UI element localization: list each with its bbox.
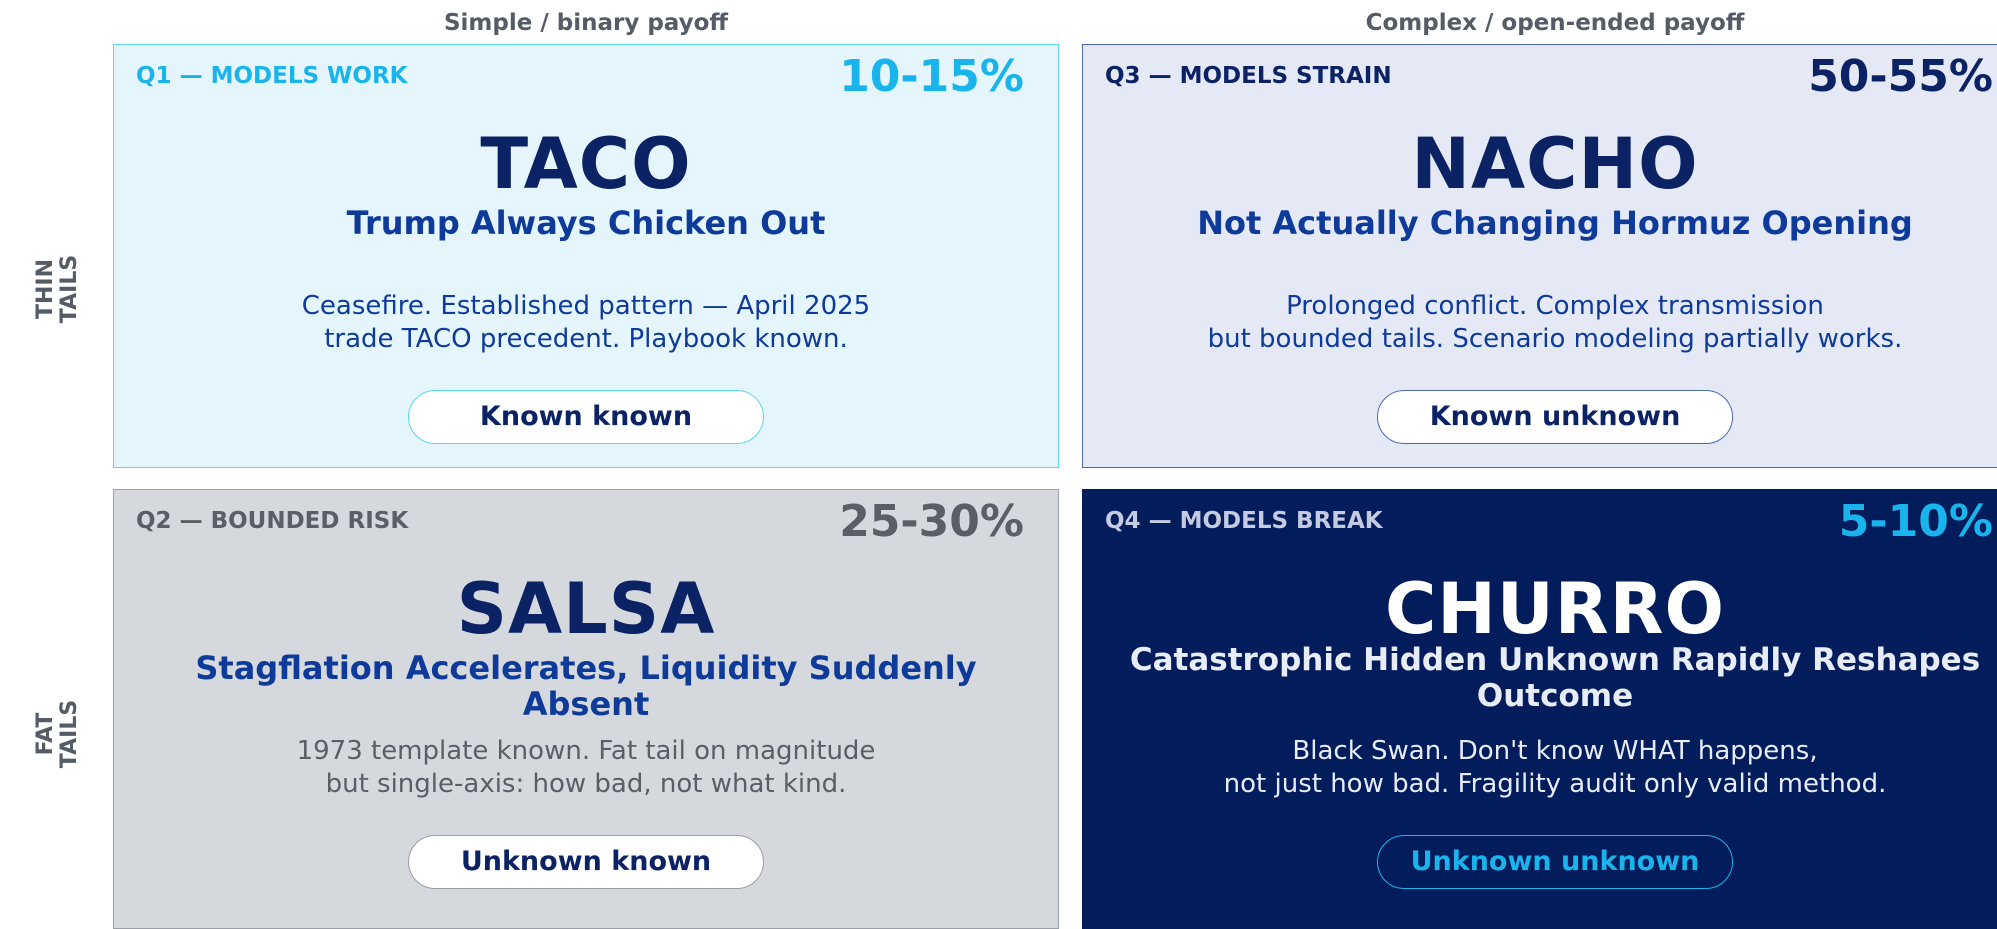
row-label-thin-tails-text: THIN TAILS bbox=[33, 254, 82, 324]
scenario-expansion: Stagflation Accelerates, Liquidity Sudde… bbox=[195, 649, 977, 723]
scenario-expansion: Catastrophic Hidden Unknown Rapidly Resh… bbox=[1129, 642, 1981, 714]
quadrant-tag: Q1 — MODELS WORK bbox=[136, 63, 408, 89]
knowledge-type-badge: Known known bbox=[408, 390, 764, 444]
knowledge-type-badge: Unknown known bbox=[408, 835, 764, 889]
scenario-description: Prolonged conflict. Complex transmission… bbox=[1207, 291, 1903, 354]
probability-value: 10-15% bbox=[839, 51, 1024, 102]
scenario-expansion: Trump Always Chicken Out bbox=[346, 204, 826, 242]
probability-value: 5-10% bbox=[1838, 496, 1993, 547]
probability-value: 25-30% bbox=[839, 496, 1024, 547]
quadrant-q4-churro: Q4 — MODELS BREAK 5-10% CHURRO Catastrop… bbox=[1082, 489, 1997, 929]
quadrant-q1-taco: Q1 — MODELS WORK 10-15% TACO Trump Alway… bbox=[113, 44, 1059, 468]
scenario-description: 1973 template known. Fat tail on magnitu… bbox=[296, 736, 876, 799]
quadrant-tag: Q4 — MODELS BREAK bbox=[1105, 508, 1383, 534]
column-header-simple-payoff: Simple / binary payoff bbox=[443, 10, 729, 36]
scenario-expansion: Not Actually Changing Hormuz Opening bbox=[1197, 204, 1913, 242]
scenario-acronym: SALSA bbox=[456, 568, 716, 650]
scenario-acronym: CHURRO bbox=[1384, 568, 1726, 650]
scenario-description: Black Swan. Don't know WHAT happens, not… bbox=[1223, 736, 1887, 799]
scenario-acronym: TACO bbox=[480, 123, 692, 205]
quadrant-q3-nacho: Q3 — MODELS STRAIN 50-55% NACHO Not Actu… bbox=[1082, 44, 1997, 468]
scenario-acronym: NACHO bbox=[1411, 123, 1699, 205]
quadrant-tag: Q2 — BOUNDED RISK bbox=[136, 508, 409, 534]
row-label-thin-tails: THIN TAILS bbox=[30, 205, 85, 355]
row-label-fat-tails: FAT TAILS bbox=[30, 650, 85, 800]
probability-value: 50-55% bbox=[1808, 51, 1993, 102]
scenario-description: Ceasefire. Established pattern — April 2… bbox=[301, 291, 871, 354]
knowledge-type-badge: Unknown unknown bbox=[1377, 835, 1733, 889]
column-header-complex-payoff: Complex / open-ended payoff bbox=[1365, 10, 1745, 36]
quadrant-q2-salsa: Q2 — BOUNDED RISK 25-30% SALSA Stagflati… bbox=[113, 489, 1059, 929]
quadrant-tag: Q3 — MODELS STRAIN bbox=[1105, 63, 1392, 89]
row-label-fat-tails-text: FAT TAILS bbox=[33, 699, 82, 769]
knowledge-type-badge: Known unknown bbox=[1377, 390, 1733, 444]
